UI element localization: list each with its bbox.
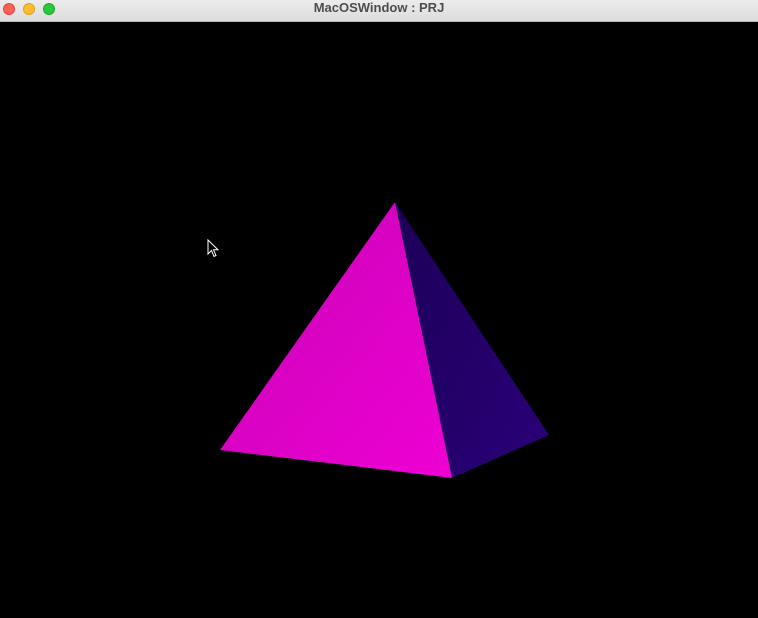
app-window: MacOSWindow : PRJ [0, 0, 758, 618]
arrow-pointer-icon [207, 239, 220, 258]
pyramid-scene [220, 202, 549, 478]
